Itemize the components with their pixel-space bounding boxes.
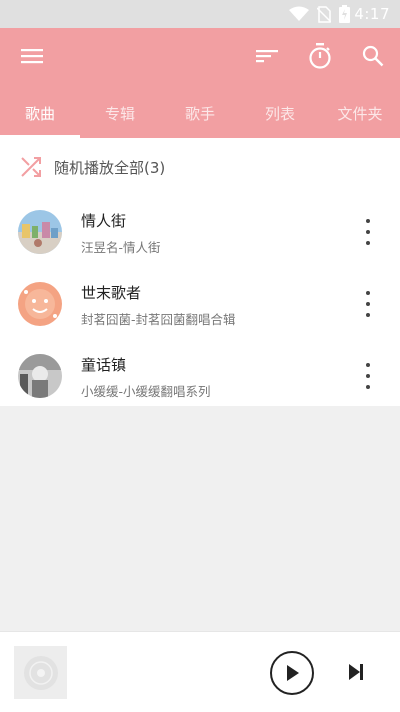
song-title: 童话镇 — [81, 356, 127, 374]
song-item[interactable]: 世末歌者 封茗囧菌-封茗囧菌翻唱合辑 — [0, 268, 400, 338]
more-vert-icon — [366, 291, 370, 295]
more-options-button[interactable] — [358, 219, 378, 245]
song-subtitle: 汪昱名-情人街 — [81, 240, 161, 255]
song-title: 世末歌者 — [81, 284, 142, 302]
song-title: 情人街 — [81, 212, 127, 230]
menu-icon — [21, 49, 43, 64]
skip-next-icon — [349, 664, 363, 680]
more-options-button[interactable] — [358, 363, 378, 389]
tab-albums[interactable]: 专辑 — [80, 96, 160, 138]
more-vert-icon — [366, 219, 370, 223]
sort-button[interactable] — [253, 42, 281, 70]
menu-button[interactable] — [18, 42, 46, 70]
next-track-button[interactable] — [344, 660, 368, 684]
shuffle-all-label: 随机播放全部(3) — [54, 158, 166, 177]
more-options-button[interactable] — [358, 291, 378, 317]
shuffle-icon — [21, 157, 41, 177]
tab-playlists[interactable]: 列表 — [240, 96, 320, 138]
album-cover — [18, 354, 62, 398]
battery-charging-icon — [339, 5, 350, 23]
status-time: 4:17 — [354, 5, 390, 23]
mini-player — [0, 631, 400, 712]
album-cover — [18, 282, 62, 326]
song-subtitle: 小缓缓-小缓缓翻唱系列 — [81, 384, 211, 399]
sort-icon — [256, 50, 278, 63]
tab-bar: 歌曲 专辑 歌手 列表 文件夹 — [0, 96, 400, 138]
album-cover — [18, 210, 62, 254]
song-item[interactable]: 童话镇 小缓缓-小缓缓翻唱系列 — [0, 340, 400, 410]
wifi-icon — [289, 6, 309, 21]
app-bar: 歌曲 专辑 歌手 列表 文件夹 — [0, 28, 400, 138]
timer-icon — [309, 43, 331, 69]
search-icon — [362, 45, 384, 67]
status-bar: 4:17 — [0, 0, 400, 28]
album-art-placeholder-icon — [23, 655, 58, 690]
play-icon — [287, 665, 299, 681]
status-icons — [289, 5, 350, 23]
tab-songs[interactable]: 歌曲 — [0, 96, 80, 138]
tab-artists[interactable]: 歌手 — [160, 96, 240, 138]
song-item[interactable]: 情人街 汪昱名-情人街 — [0, 196, 400, 266]
song-subtitle: 封茗囧菌-封茗囧菌翻唱合辑 — [81, 312, 236, 327]
shuffle-all-row[interactable]: 随机播放全部(3) — [0, 138, 400, 196]
sleep-timer-button[interactable] — [306, 42, 334, 70]
more-vert-icon — [366, 363, 370, 367]
search-button[interactable] — [359, 42, 387, 70]
no-sim-icon — [317, 5, 331, 23]
play-button[interactable] — [270, 651, 314, 695]
now-playing-art[interactable] — [14, 646, 67, 699]
tab-folders[interactable]: 文件夹 — [320, 96, 400, 138]
song-list: 随机播放全部(3) 情人街 汪昱名-情人街 世末歌者 封茗囧菌-封茗囧菌翻唱合辑… — [0, 138, 400, 406]
